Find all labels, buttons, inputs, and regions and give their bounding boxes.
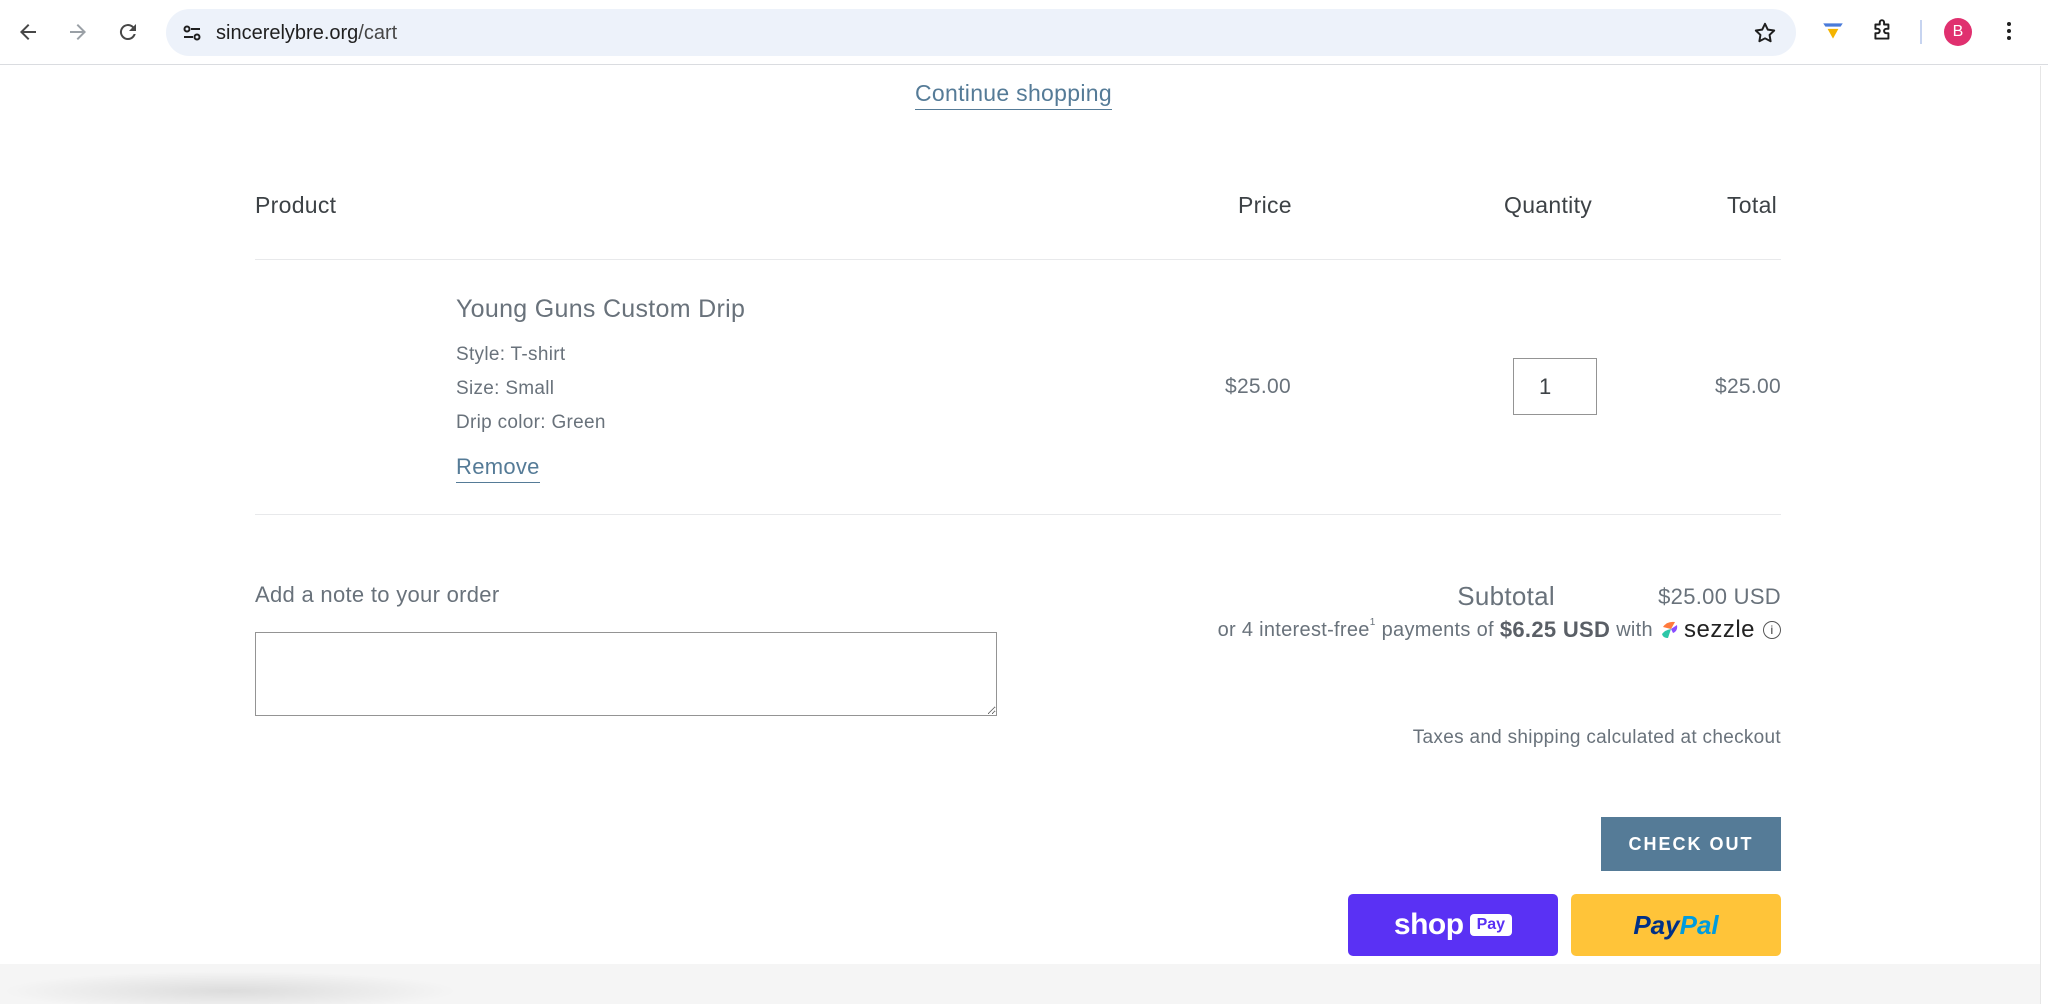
item-title[interactable]: Young Guns Custom Drip <box>456 295 745 324</box>
paypal-button[interactable]: Pay Pal <box>1571 894 1781 956</box>
info-icon[interactable]: i <box>1763 621 1781 639</box>
toolbar-divider <box>1920 20 1922 44</box>
shop-pay-wordmark: shop <box>1393 908 1464 941</box>
forward-button[interactable] <box>60 14 96 50</box>
reload-icon <box>119 24 136 41</box>
item-price: $25.00 <box>1224 375 1291 398</box>
checkout-button[interactable]: CHECK OUT <box>1601 817 1781 871</box>
shop-pay-badge: Pay <box>1469 914 1513 936</box>
quantity-input[interactable] <box>1513 358 1597 415</box>
sezzle-installments: or 4 interest-free 1 payments of $6.25 US… <box>1218 616 1781 644</box>
subtotal-label: Subtotal <box>1457 581 1555 611</box>
sezzle-brand: sezzle <box>1683 616 1755 643</box>
paypal-wordmark-pay: Pay <box>1633 909 1680 940</box>
sezzle-with: with <box>1616 618 1653 641</box>
column-header-quantity: Quantity <box>1504 192 1593 218</box>
item-size: Size: Small <box>456 378 555 399</box>
column-header-total: Total <box>1727 192 1778 218</box>
sezzle-amount: $6.25 USD <box>1499 617 1611 642</box>
footer-shadow <box>0 971 460 1004</box>
back-button[interactable] <box>10 14 46 50</box>
reload-button[interactable] <box>110 14 146 50</box>
url-host: sincerelybre.org <box>216 22 359 44</box>
column-header-product: Product <box>255 192 337 218</box>
table-divider-top <box>255 259 1781 260</box>
item-total: $25.00 <box>1714 375 1781 398</box>
paypal-wordmark-pal: Pal <box>1679 909 1719 940</box>
item-style: Style: T-shirt <box>456 344 566 365</box>
sezzle-mark-icon <box>1661 621 1678 638</box>
arrow-right-icon <box>70 24 86 40</box>
remove-item-link[interactable]: Remove <box>456 454 540 483</box>
sezzle-prefix: or 4 interest-free <box>1217 618 1370 641</box>
column-header-price: Price <box>1238 192 1292 218</box>
shop-pay-button[interactable]: shop Pay <box>1348 894 1558 956</box>
taxes-note: Taxes and shipping calculated at checkou… <box>1412 727 1781 748</box>
order-note-label: Add a note to your order <box>255 582 500 607</box>
site-settings-icon[interactable] <box>180 21 204 45</box>
sezzle-middle: payments of <box>1381 618 1494 641</box>
order-note-textarea[interactable] <box>255 632 997 716</box>
item-drip-color: Drip color: Green <box>456 412 606 433</box>
sezzle-logo[interactable]: sezzle <box>1659 616 1755 644</box>
extension-filter-icon[interactable] <box>1818 16 1848 46</box>
kebab-menu-icon[interactable] <box>1994 16 2024 46</box>
arrow-left-icon <box>20 24 36 40</box>
address-bar[interactable]: sincerelybre.org/cart <box>166 9 1796 56</box>
table-divider-bottom <box>255 514 1781 515</box>
profile-avatar[interactable]: B <box>1944 18 1972 46</box>
bookmark-star-icon[interactable] <box>1752 20 1778 46</box>
sezzle-footnote: 1 <box>1369 616 1376 628</box>
page-scroll-edge <box>2040 66 2048 1004</box>
browser-toolbar: sincerelybre.org/cart B <box>0 0 2048 65</box>
cart-page: Continue shopping Product Price Quantity… <box>0 66 2040 1004</box>
url-text[interactable]: sincerelybre.org/cart <box>216 21 397 45</box>
extensions-puzzle-icon[interactable] <box>1868 16 1898 46</box>
continue-shopping-link[interactable]: Continue shopping <box>915 80 1112 110</box>
url-path: /cart <box>358 22 398 44</box>
subtotal-value: $25.00 USD <box>1658 584 1781 609</box>
